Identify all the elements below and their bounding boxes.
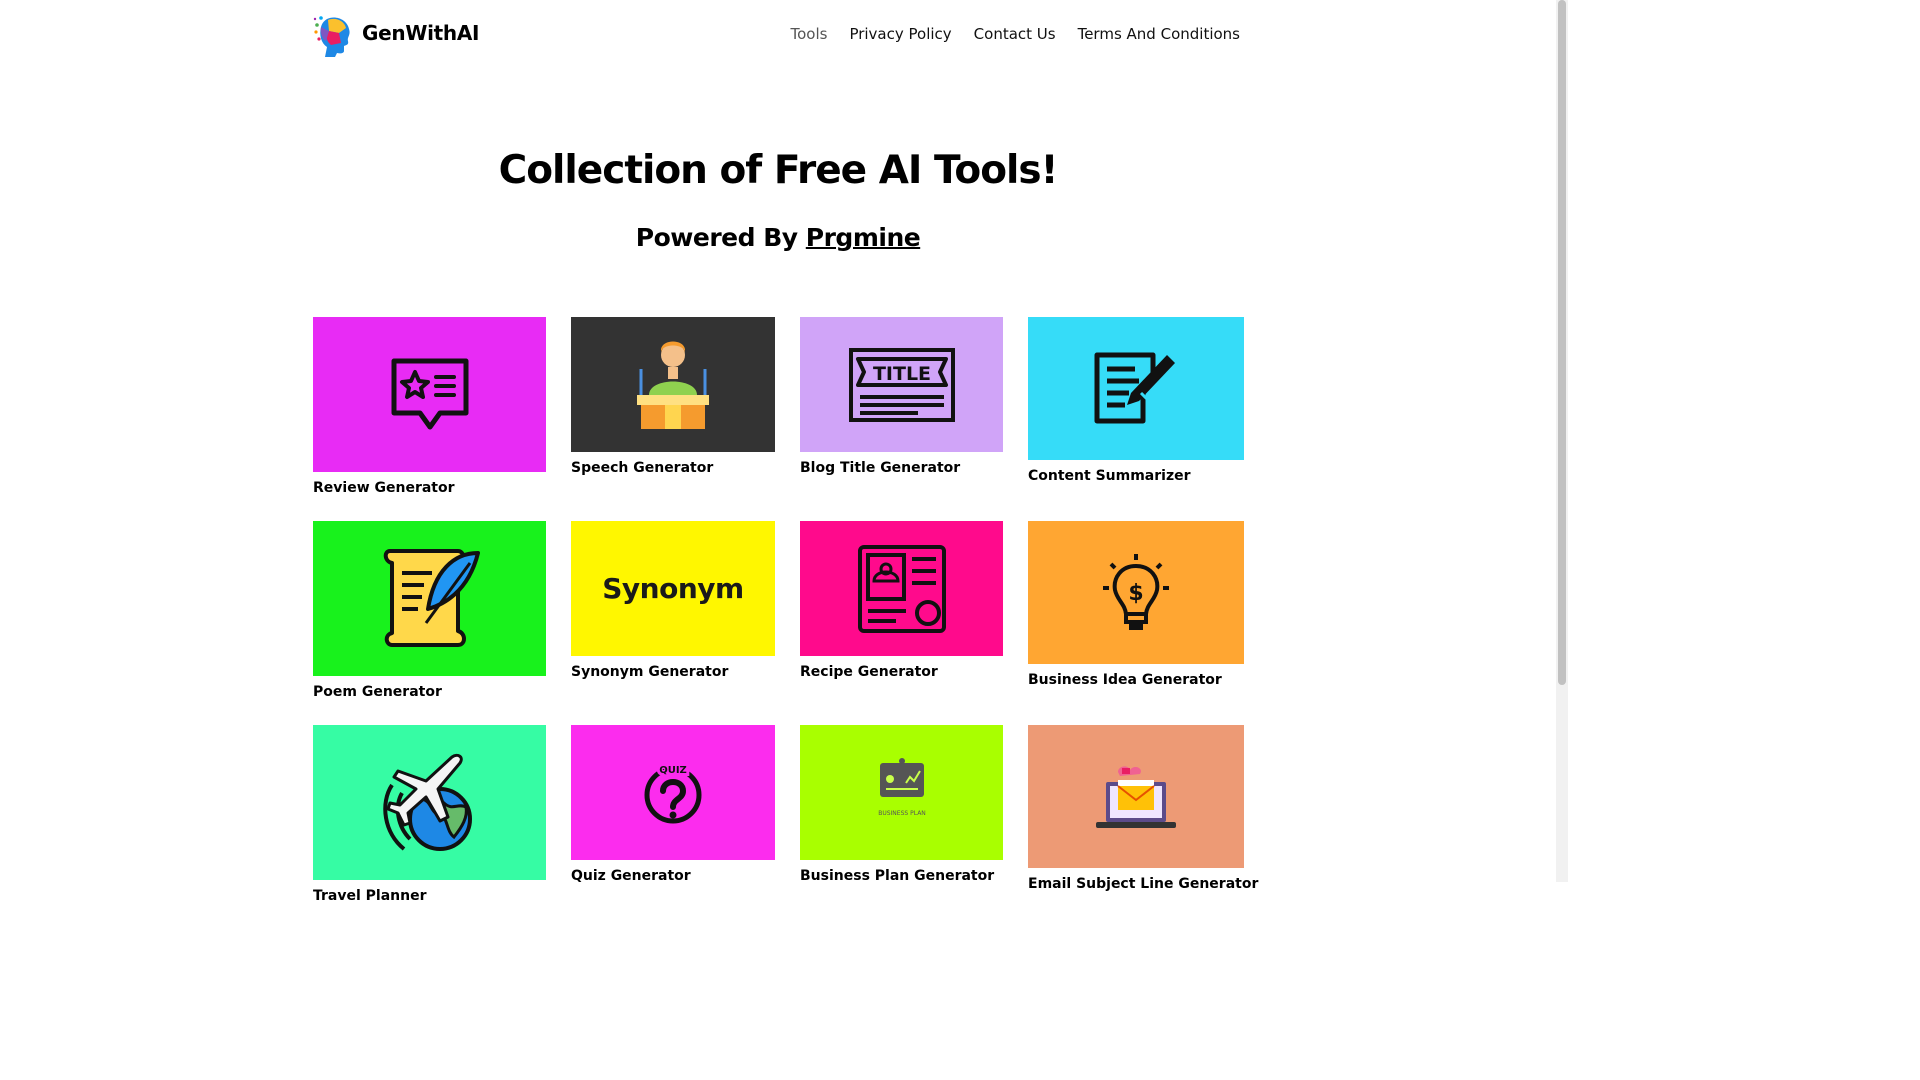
title-banner-icon: TITLE: [848, 347, 955, 422]
tool-thumbnail[interactable]: Synonym: [571, 521, 775, 656]
nav-tools[interactable]: Tools: [790, 25, 827, 43]
tool-label[interactable]: Synonym Generator: [571, 664, 728, 680]
tool-card-poem-generator[interactable]: Poem Generator: [313, 521, 546, 706]
tool-thumbnail[interactable]: $: [1028, 521, 1244, 664]
tool-card-synonym-generator[interactable]: Synonym Synonym Generator: [571, 521, 775, 686]
tool-card-email-subject-line-generator[interactable]: Email Subject Line Generator: [1028, 725, 1258, 898]
nav-terms-and-conditions[interactable]: Terms And Conditions: [1078, 25, 1240, 43]
brand-logo-icon[interactable]: [313, 13, 353, 57]
scroll-quill-icon: [383, 548, 480, 647]
nav-contact-us[interactable]: Contact Us: [974, 25, 1056, 43]
tool-card-business-plan-generator[interactable]: BUSINESS PLAN Business Plan Generator: [800, 725, 1003, 890]
tool-thumbnail[interactable]: [313, 725, 546, 880]
tool-card-travel-planner[interactable]: Travel Planner: [313, 725, 546, 910]
tool-thumbnail[interactable]: QUIZ: [571, 725, 775, 860]
recipe-book-icon: [857, 544, 946, 633]
tool-card-review-generator[interactable]: Review Generator: [313, 317, 546, 502]
tool-thumbnail[interactable]: [313, 521, 546, 676]
tool-card-quiz-generator[interactable]: QUIZ Quiz Generator: [571, 725, 775, 890]
prgmine-link[interactable]: Prgmine: [806, 223, 921, 252]
tool-label[interactable]: Speech Generator: [571, 460, 713, 476]
quiz-question-icon: QUIZ: [644, 762, 702, 823]
tool-thumbnail[interactable]: [313, 317, 546, 472]
nav-privacy-policy[interactable]: Privacy Policy: [849, 25, 951, 43]
tool-label[interactable]: Business Idea Generator: [1028, 672, 1222, 688]
tool-thumbnail[interactable]: TITLE: [800, 317, 1003, 452]
lightbulb-dollar-icon: $: [1103, 553, 1169, 630]
powered-by-prefix: Powered By: [635, 223, 806, 252]
tool-card-speech-generator[interactable]: Speech Generator: [571, 317, 775, 482]
review-star-icon: [391, 358, 468, 429]
tool-thumbnail[interactable]: [800, 521, 1003, 656]
tool-card-blog-title-generator[interactable]: TITLE Blog Title Generator: [800, 317, 1003, 482]
tool-thumbnail[interactable]: [1028, 725, 1244, 868]
business-plan-icon-text: BUSINESS PLAN: [878, 810, 926, 817]
business-plan-board-icon: BUSINESS PLAN: [878, 757, 926, 817]
tool-label[interactable]: Business Plan Generator: [800, 868, 994, 884]
tool-label[interactable]: Poem Generator: [313, 684, 442, 700]
tool-thumbnail[interactable]: BUSINESS PLAN: [800, 725, 1003, 860]
tool-label[interactable]: Blog Title Generator: [800, 460, 960, 476]
tool-label[interactable]: Email Subject Line Generator: [1028, 876, 1258, 892]
svg-text:TITLE: TITLE: [872, 363, 930, 385]
main-nav: Tools Privacy Policy Contact Us Terms An…: [790, 25, 1240, 43]
tool-card-content-summarizer[interactable]: Content Summarizer: [1028, 317, 1244, 490]
laptop-email-icon: [1096, 765, 1176, 828]
tool-label[interactable]: Quiz Generator: [571, 868, 691, 884]
site-header: GenWithAI Tools Privacy Policy Contact U…: [0, 0, 1556, 70]
tool-thumbnail[interactable]: [1028, 317, 1244, 460]
airplane-globe-icon: [382, 753, 472, 851]
tool-label[interactable]: Recipe Generator: [800, 664, 938, 680]
tool-label[interactable]: Travel Planner: [313, 888, 427, 904]
scrollbar-thumb[interactable]: [1558, 0, 1566, 685]
powered-by: Powered By Prgmine: [0, 223, 1556, 252]
synonym-word-icon: Synonym: [602, 572, 744, 605]
page-title: Collection of Free AI Tools!: [498, 148, 1059, 193]
svg-text:$: $: [1128, 581, 1143, 606]
speaker-podium-icon: [637, 341, 709, 429]
page-scrollbar[interactable]: [1556, 0, 1568, 882]
tool-card-recipe-generator[interactable]: Recipe Generator: [800, 521, 1003, 686]
quiz-icon-text: QUIZ: [659, 765, 687, 776]
tool-label[interactable]: Content Summarizer: [1028, 468, 1191, 484]
tool-label[interactable]: Review Generator: [313, 480, 455, 496]
tool-card-business-idea-generator[interactable]: $ Business Idea Generator: [1028, 521, 1244, 694]
tool-thumbnail[interactable]: [571, 317, 775, 452]
document-pencil-icon: [1094, 352, 1175, 423]
brand-name[interactable]: GenWithAI: [362, 21, 479, 45]
